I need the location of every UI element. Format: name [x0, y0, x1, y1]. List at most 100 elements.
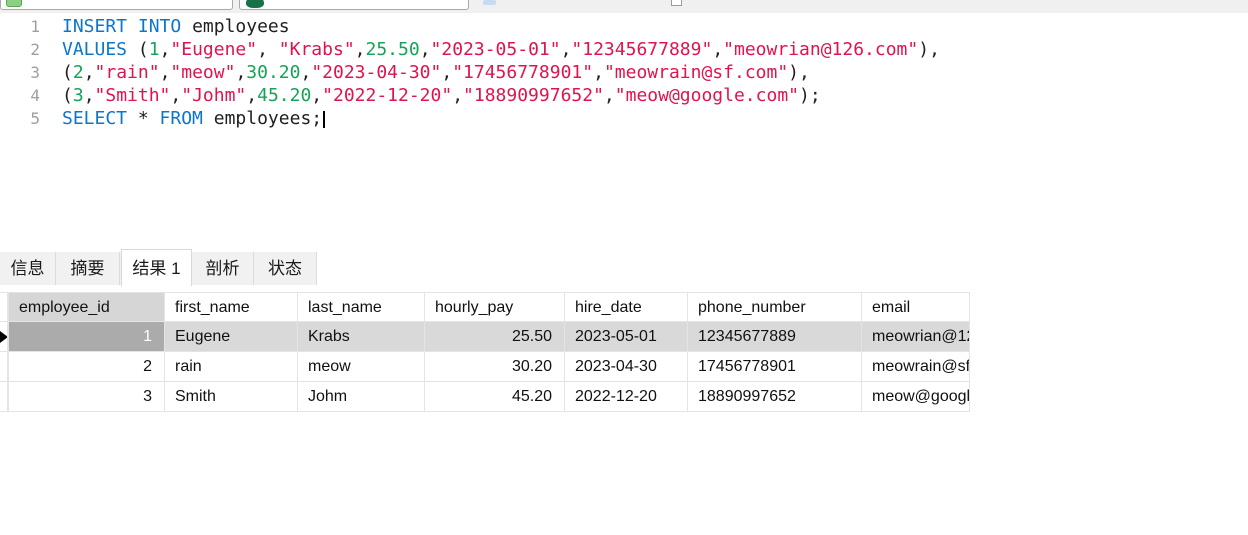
- sql-token-pl: ,: [160, 62, 171, 83]
- connection-select[interactable]: [0, 0, 233, 10]
- column-header-hire_date[interactable]: hire_date: [565, 292, 688, 322]
- cell-email[interactable]: meowrian@126.com: [862, 322, 970, 352]
- sql-token-str: "12345677889": [571, 39, 712, 60]
- sql-token-pl: ,: [257, 39, 279, 60]
- column-header-last_name[interactable]: last_name: [298, 292, 425, 322]
- sql-token-kw: VALUES: [62, 39, 127, 60]
- sql-token-pl: (: [127, 39, 149, 60]
- sql-token-num: 3: [73, 85, 84, 106]
- cell-first_name[interactable]: Smith: [165, 382, 298, 412]
- cell-last_name[interactable]: Krabs: [298, 322, 425, 352]
- cell-employee_id[interactable]: 3: [8, 382, 165, 412]
- sql-token-kw: SELECT: [62, 108, 127, 129]
- database-icon: [246, 0, 264, 8]
- sql-editor-window: 1INSERT INTO employees2VALUES (1,"Eugene…: [0, 0, 1248, 535]
- cell-email[interactable]: meowrain@sf.com: [862, 352, 970, 382]
- editor-line[interactable]: 5SELECT * FROM employees;: [0, 107, 1248, 130]
- row-gutter: [0, 352, 8, 382]
- tab-摘要[interactable]: 摘要: [56, 252, 120, 285]
- toolbar-remnant: [0, 0, 1248, 13]
- sql-token-str: "Krabs": [279, 39, 355, 60]
- sql-token-pl: ,: [561, 39, 572, 60]
- cell-hire_date[interactable]: 2022-12-20: [565, 382, 688, 412]
- sql-token-pl: ,: [441, 62, 452, 83]
- column-header-hourly_pay[interactable]: hourly_pay: [425, 292, 565, 322]
- cell-hire_date[interactable]: 2023-04-30: [565, 352, 688, 382]
- sql-token-pl: ),: [918, 39, 940, 60]
- sql-token-pl: ,: [84, 62, 95, 83]
- editor-line[interactable]: 3(2,"rain","meow",30.20,"2023-04-30","17…: [0, 61, 1248, 84]
- sql-token-str: "meow@google.com": [615, 85, 799, 106]
- cell-phone_number[interactable]: 18890997652: [688, 382, 862, 412]
- cell-last_name[interactable]: meow: [298, 352, 425, 382]
- column-header-first_name[interactable]: first_name: [165, 292, 298, 322]
- cell-hourly_pay[interactable]: 25.50: [425, 322, 565, 352]
- sql-token-pl: *: [127, 108, 160, 129]
- sql-token-pl: (: [62, 85, 73, 106]
- column-header-phone_number[interactable]: phone_number: [688, 292, 862, 322]
- sql-token-pl: [127, 16, 138, 37]
- column-header-employee_id[interactable]: employee_id: [8, 292, 165, 322]
- sql-token-pl: ,: [235, 62, 246, 83]
- tab-状态[interactable]: 状态: [254, 252, 317, 285]
- sql-token-pl: ,: [420, 39, 431, 60]
- table-row[interactable]: 2rainmeow30.202023-04-3017456778901meowr…: [0, 352, 970, 382]
- code-text: VALUES (1,"Eugene", "Krabs",25.50,"2023-…: [47, 38, 940, 61]
- sql-token-num: 45.20: [257, 85, 311, 106]
- cell-hire_date[interactable]: 2023-05-01: [565, 322, 688, 352]
- sql-token-str: "2023-05-01": [431, 39, 561, 60]
- table-row[interactable]: 1EugeneKrabs25.502023-05-0112345677889me…: [0, 322, 970, 352]
- text-caret: [323, 111, 325, 128]
- sql-token-num: 30.20: [246, 62, 300, 83]
- sql-token-str: "meowrain@sf.com": [604, 62, 788, 83]
- cell-employee_id[interactable]: 1: [8, 322, 165, 352]
- cell-first_name[interactable]: rain: [165, 352, 298, 382]
- sql-token-str: "rain": [95, 62, 160, 83]
- sql-token-kw: FROM: [160, 108, 203, 129]
- cell-hourly_pay[interactable]: 45.20: [425, 382, 565, 412]
- sql-token-str: "meow": [170, 62, 235, 83]
- editor-line[interactable]: 1INSERT INTO employees: [0, 15, 1248, 38]
- current-row-indicator: [0, 331, 8, 343]
- sql-token-kw: INTO: [138, 16, 181, 37]
- cell-first_name[interactable]: Eugene: [165, 322, 298, 352]
- result-tabbar: 信息摘要结果 1剖析状态: [0, 247, 1248, 286]
- tab-结果-1[interactable]: 结果 1: [121, 249, 192, 286]
- sql-token-str: "Smith": [95, 85, 171, 106]
- cell-phone_number[interactable]: 12345677889: [688, 322, 862, 352]
- sql-token-pl: (: [62, 62, 73, 83]
- tab-剖析[interactable]: 剖析: [192, 252, 254, 285]
- sql-token-pl: ,: [355, 39, 366, 60]
- editor-line[interactable]: 4(3,"Smith","Johm",45.20,"2022-12-20","1…: [0, 84, 1248, 107]
- cell-last_name[interactable]: Johm: [298, 382, 425, 412]
- sql-token-str: "meowrian@126.com": [723, 39, 918, 60]
- cell-employee_id[interactable]: 2: [8, 352, 165, 382]
- line-number: 5: [0, 107, 47, 130]
- toolbar-blue-icon: [483, 0, 496, 5]
- database-select[interactable]: [239, 0, 469, 10]
- tab-信息[interactable]: 信息: [0, 252, 56, 285]
- code-text: SELECT * FROM employees;: [47, 107, 325, 130]
- cell-email[interactable]: meow@google.com: [862, 382, 970, 412]
- connection-icon: [6, 0, 22, 7]
- sql-token-pl: ,: [604, 85, 615, 106]
- code-text: (2,"rain","meow",30.20,"2023-04-30","174…: [47, 61, 810, 84]
- line-number: 1: [0, 15, 47, 38]
- column-header-email[interactable]: email: [862, 292, 970, 322]
- cell-hourly_pay[interactable]: 30.20: [425, 352, 565, 382]
- cell-phone_number[interactable]: 17456778901: [688, 352, 862, 382]
- table-row[interactable]: 3SmithJohm45.202022-12-2018890997652meow…: [0, 382, 970, 412]
- editor-line[interactable]: 2VALUES (1,"Eugene", "Krabs",25.50,"2023…: [0, 38, 1248, 61]
- sql-token-pl: employees;: [203, 108, 322, 129]
- sql-token-pl: ,: [311, 85, 322, 106]
- sql-editor[interactable]: 1INSERT INTO employees2VALUES (1,"Eugene…: [0, 13, 1248, 247]
- sql-token-pl: ,: [246, 85, 257, 106]
- line-number: 3: [0, 61, 47, 84]
- sql-token-str: "2023-04-30": [311, 62, 441, 83]
- sql-token-str: "18890997652": [463, 85, 604, 106]
- sql-token-str: "Johm": [181, 85, 246, 106]
- code-text: INSERT INTO employees: [47, 15, 290, 38]
- sql-token-pl: ,: [593, 62, 604, 83]
- grid-header-row: employee_idfirst_namelast_namehourly_pay…: [0, 292, 970, 322]
- sql-token-pl: ,: [300, 62, 311, 83]
